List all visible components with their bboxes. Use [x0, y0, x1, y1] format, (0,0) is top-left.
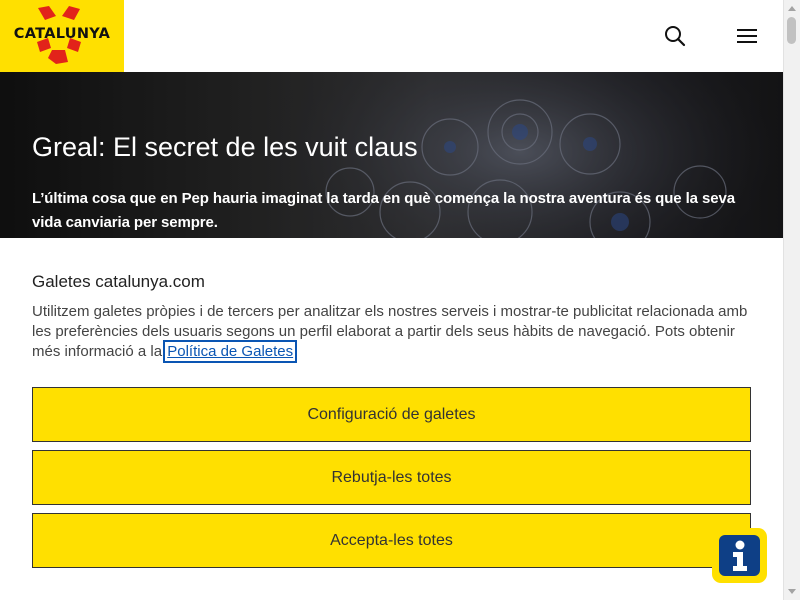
page: CATALUNYA Greal: El secret de les vuit c… [0, 0, 800, 600]
hero-description: L’última cosa que en Pep hauria imaginat… [32, 190, 735, 231]
site-header: CATALUNYA [0, 0, 783, 73]
cookie-title: Galetes catalunya.com [32, 272, 205, 291]
reject-all-button[interactable]: Rebutja-les totes [32, 450, 751, 505]
cookie-description-text: Utilitzem galetes pròpies i de tercers p… [32, 303, 748, 360]
scroll-up-arrow-icon[interactable] [788, 6, 796, 11]
cookie-consent-panel: Galetes catalunya.com Utilitzem galetes … [0, 238, 783, 600]
info-button[interactable] [712, 528, 767, 583]
vertical-scrollbar[interactable] [783, 0, 800, 600]
cookie-description: Utilitzem galetes pròpies i de tercers p… [32, 302, 752, 363]
cookie-policy-link[interactable]: Política de Galetes [163, 340, 298, 363]
catalunya-logo[interactable]: CATALUNYA [0, 0, 124, 72]
menu-button[interactable] [731, 20, 763, 52]
search-icon [665, 26, 686, 47]
search-button[interactable] [659, 20, 691, 52]
scroll-down-arrow-icon[interactable] [788, 589, 796, 594]
scroll-thumb[interactable] [787, 17, 796, 44]
logo-text: CATALUNYA [13, 26, 111, 42]
hero-title: Greal: El secret de les vuit claus [32, 132, 418, 162]
accept-all-button[interactable]: Accepta-les totes [32, 513, 751, 568]
hero-banner: Greal: El secret de les vuit claus L’últ… [0, 72, 783, 238]
cookie-settings-button[interactable]: Configuració de galetes [32, 387, 751, 442]
info-icon [719, 535, 760, 576]
hamburger-menu-icon [737, 29, 757, 43]
info-glyph [732, 540, 747, 571]
